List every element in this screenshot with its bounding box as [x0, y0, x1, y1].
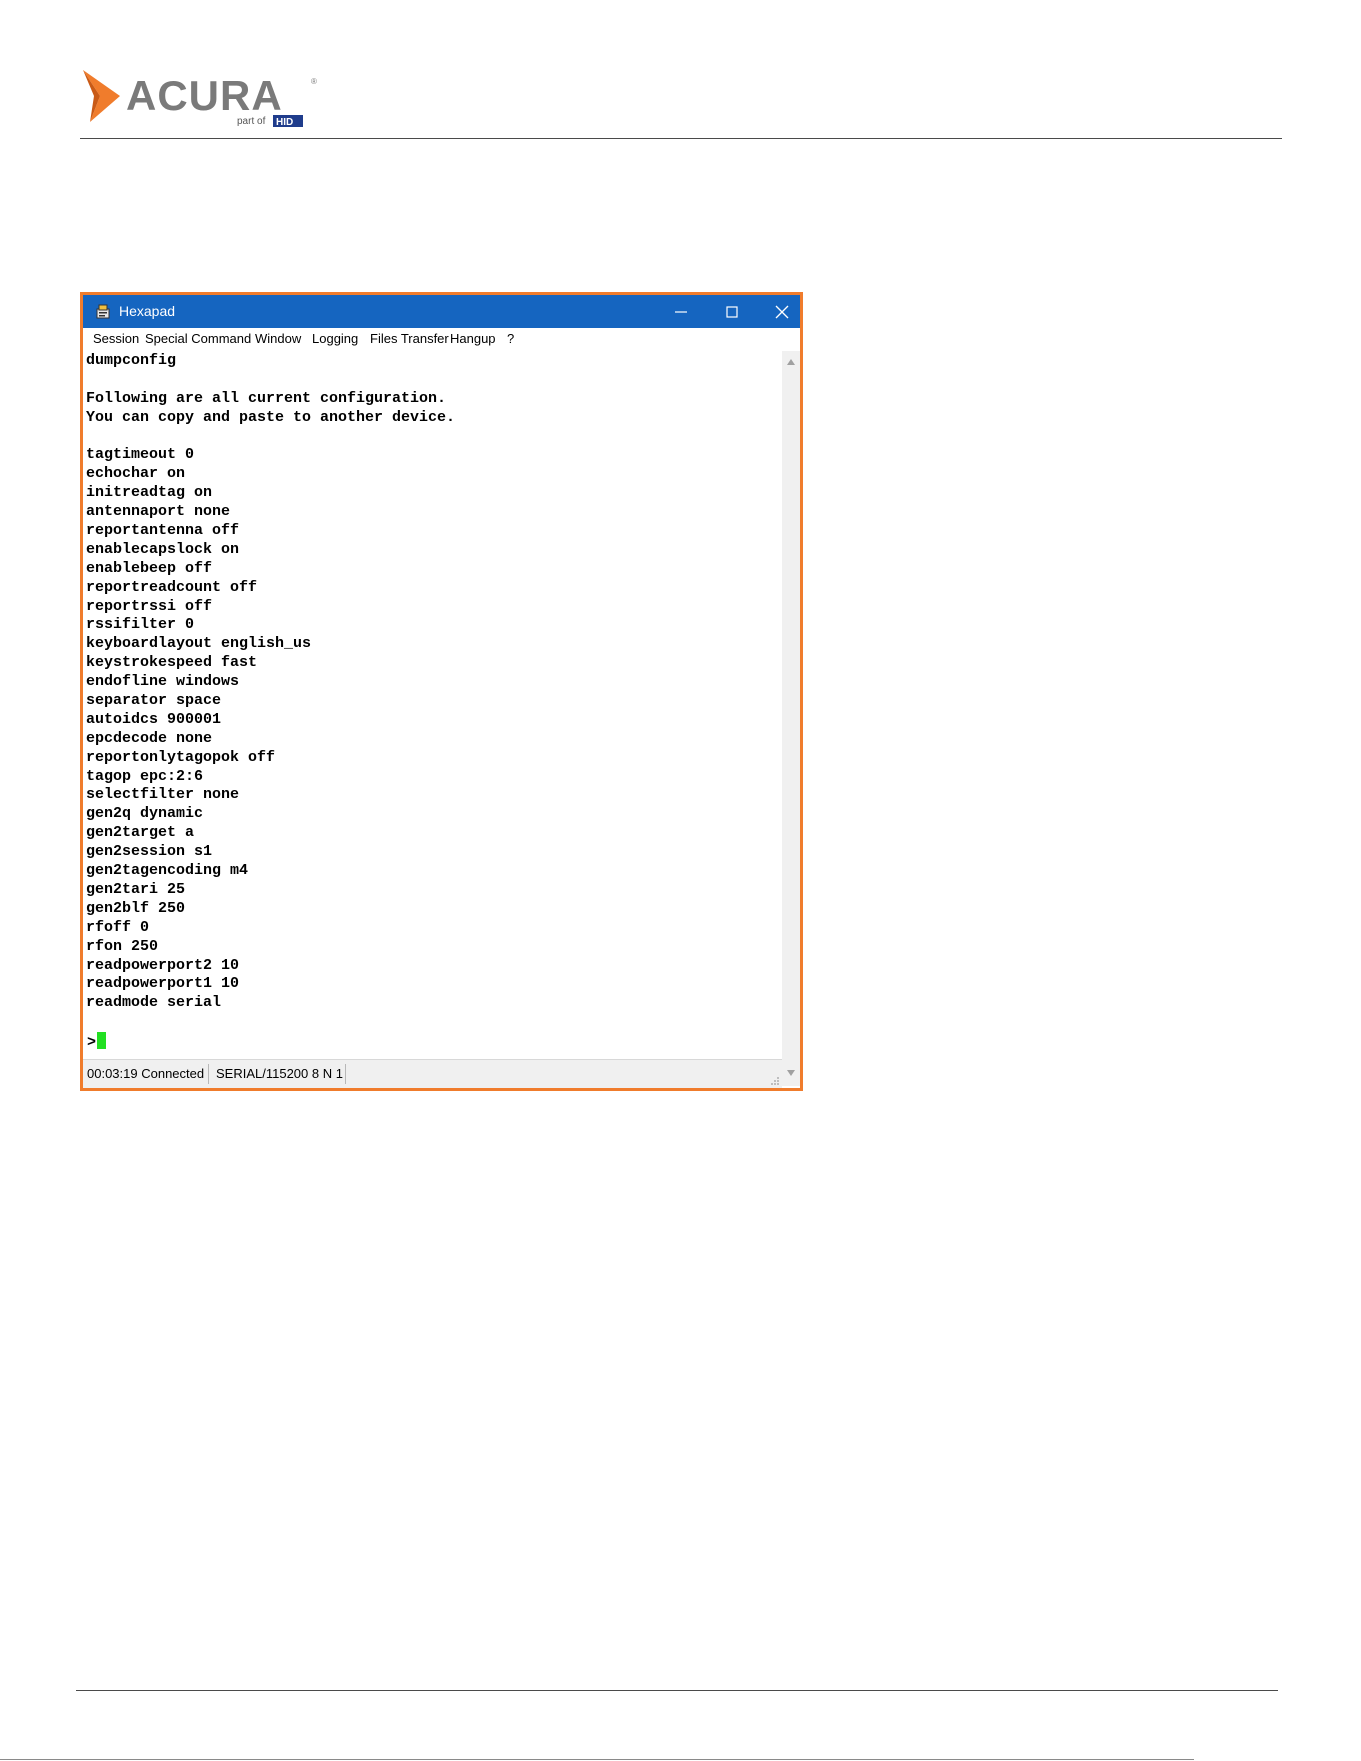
title-bar[interactable]: Hexapad: [83, 295, 800, 328]
terminal-line: dumpconfig: [86, 352, 177, 369]
terminal-line: echochar on: [86, 465, 186, 483]
terminal-line: separator space: [86, 692, 222, 710]
terminal-line: enablecapslock on: [86, 540, 240, 558]
terminal-line: readpowerport2 10: [86, 956, 240, 974]
maximize-button[interactable]: [707, 295, 757, 328]
terminal-line: Following are all current configuration.: [86, 389, 447, 407]
terminal-line: gen2tari 25: [86, 880, 186, 898]
terminal-line: epcdecode none: [86, 729, 213, 747]
maximize-icon: [726, 306, 738, 318]
close-button[interactable]: [757, 295, 807, 328]
status-port: SERIAL/115200 8 N 1: [216, 1066, 343, 1081]
status-bar: 00:03:19 Connected SERIAL/115200 8 N 1: [83, 1059, 782, 1088]
terminal-line: reportantenna off: [86, 522, 240, 540]
menu-hangup[interactable]: Hangup: [450, 328, 496, 350]
terminal-line: keystrokespeed fast: [86, 654, 258, 672]
menu-session[interactable]: Session: [93, 328, 139, 350]
terminal-output[interactable]: dumpconfig Following are all current conf…: [84, 351, 782, 1059]
close-icon: [775, 305, 789, 319]
menu-special-command[interactable]: Special Command: [145, 328, 251, 350]
text-cursor: [97, 1032, 107, 1049]
status-divider: [345, 1064, 346, 1084]
terminal-line: You can copy and paste to another device…: [86, 408, 456, 426]
hexapad-app-icon: [96, 304, 110, 319]
page-bottom-divider: [0, 1759, 1194, 1760]
terminal-line: selectfilter none: [86, 786, 240, 804]
terminal-line: tagtimeout 0: [86, 446, 195, 464]
menu-logging[interactable]: Logging: [312, 328, 358, 350]
vertical-scrollbar[interactable]: [782, 351, 800, 1086]
terminal-line: reportonlytagopok off: [86, 748, 276, 766]
menu-help[interactable]: ?: [507, 328, 514, 350]
terminal-line: reportreadcount off: [86, 578, 258, 596]
status-divider: [208, 1064, 209, 1084]
status-connection: 00:03:19 Connected: [87, 1066, 205, 1081]
menu-files-transfer[interactable]: Files Transfer: [370, 328, 449, 350]
terminal-line: rfon 250: [86, 937, 159, 955]
terminal-prompt[interactable]: >: [87, 1032, 107, 1052]
logo-arrow-icon: [83, 70, 120, 122]
terminal-line: reportrssi off: [86, 597, 213, 615]
prompt-symbol: >: [87, 1034, 97, 1051]
terminal-line: keyboardlayout english_us: [86, 635, 312, 653]
logo-wordmark: ACURA: [126, 72, 283, 119]
scroll-down-arrow-icon[interactable]: [786, 1068, 796, 1078]
svg-text:®: ®: [311, 77, 317, 86]
terminal-line: enablebeep off: [86, 559, 213, 577]
resize-grip-icon[interactable]: [768, 1074, 780, 1086]
menu-bar: Session Special Command Window Logging F…: [83, 328, 800, 350]
terminal-line: gen2tagencoding m4: [86, 862, 249, 880]
terminal-line: gen2target a: [86, 824, 195, 842]
menu-window[interactable]: Window: [255, 328, 301, 350]
terminal-line: readpowerport1 10: [86, 975, 240, 993]
terminal-line: readmode serial: [86, 994, 222, 1012]
logo-tagline: part of: [237, 116, 266, 127]
minimize-icon: [675, 311, 687, 313]
terminal-line: initreadtag on: [86, 484, 213, 502]
terminal-line: endofline windows: [86, 673, 240, 691]
window-title: Hexapad: [119, 303, 176, 319]
footer-divider: [76, 1690, 1278, 1691]
header-divider: [80, 138, 1282, 139]
terminal-line: autoidcs 900001: [86, 710, 222, 728]
scroll-up-arrow-icon[interactable]: [786, 357, 796, 367]
minimize-button[interactable]: [656, 295, 706, 328]
terminal-line: rssifilter 0: [86, 616, 195, 634]
hexapad-window: Hexapad Session Special Command Window L…: [80, 292, 803, 1091]
terminal-line: gen2q dynamic: [86, 805, 204, 823]
acura-logo: ACURA ® part of HID: [83, 70, 317, 128]
terminal-line: antennaport none: [86, 503, 231, 521]
logo-parent: HID: [276, 117, 293, 128]
terminal-line: gen2blf 250: [86, 899, 186, 917]
terminal-line: gen2session s1: [86, 843, 213, 861]
terminal-lines: dumpconfig Following are all current conf…: [86, 352, 455, 1013]
terminal-line: rfoff 0: [86, 918, 150, 936]
terminal-line: tagop epc:2:6: [86, 767, 204, 785]
